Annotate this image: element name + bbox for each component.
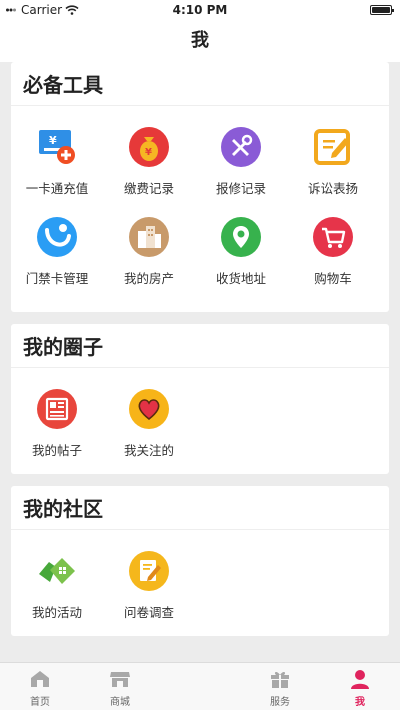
tab-home[interactable]: 首页 [0,663,80,710]
tab-services[interactable]: 服务 [240,663,320,710]
tool-item-label: 门禁卡管理 [25,271,89,286]
community-item-survey[interactable]: 问卷调查 [103,542,195,632]
store-tab-icon [110,672,130,687]
tool-item-complaints-praise[interactable]: 诉讼表扬 [287,118,379,208]
tools-card-title: 必备工具 [11,62,389,106]
heart-icon [129,389,169,429]
tool-item-label: 报修记录 [215,181,266,196]
home-tab-icon [31,671,49,687]
home-activity-icon [39,558,75,584]
card-recharge-icon: ¥ [39,130,75,164]
tool-item-label: 一卡通充值 [25,181,89,196]
edit-note-icon [314,129,350,165]
community-card-title: 我的社区 [11,486,389,530]
svg-text:¥: ¥ [49,134,57,147]
status-time: 4:10 PM [172,3,228,17]
tool-item-label: 收货地址 [215,271,266,286]
tool-item-repair-records[interactable]: 报修记录 [195,118,287,208]
page-title: 我 [0,20,400,62]
tool-item-my-property[interactable]: 我的房产 [103,208,195,298]
tool-item-label: 诉讼表扬 [307,181,358,196]
tab-me[interactable]: 我 [320,663,400,710]
tools-card: 必备工具 ¥ 一卡通充值 ¥ 缴费记录 报修记录 诉讼表扬 门禁卡管理 我的房产… [11,62,389,312]
community-card: 我的社区 我的活动 问卷调查 [11,486,389,636]
tool-item-payment-records[interactable]: ¥ 缴费记录 [103,118,195,208]
battery-icon [370,5,394,15]
circle-card: 我的圈子 我的帖子 我关注的 [11,324,389,474]
gift-tab-icon [271,671,289,688]
svg-text:¥: ¥ [145,147,152,158]
community-item-my-activities[interactable]: 我的活动 [11,542,103,632]
shopping-cart-icon [313,217,353,257]
tool-item-access-card[interactable]: 门禁卡管理 [11,208,103,298]
buildings-icon [129,217,169,257]
tab-label: 我 [355,697,365,708]
survey-icon [129,551,169,591]
tab-label: 服务 [270,697,290,708]
community-grid: 我的活动 问卷调查 [11,530,389,632]
newspaper-icon [37,389,77,429]
tool-item-label: 缴费记录 [123,181,174,196]
tool-item-shipping-address[interactable]: 收货地址 [195,208,287,298]
tools-grid: ¥ 一卡通充值 ¥ 缴费记录 报修记录 诉讼表扬 门禁卡管理 我的房产 收货地址… [11,106,389,298]
circle-grid: 我的帖子 我关注的 [11,368,389,470]
tools-icon [221,127,261,167]
tool-item-label: 购物车 [314,271,352,286]
circle-item-label: 我的帖子 [31,443,82,458]
tool-item-card-recharge[interactable]: ¥ 一卡通充值 [11,118,103,208]
tool-item-label: 我的房产 [123,271,174,286]
tool-item-shopping-cart[interactable]: 购物车 [287,208,379,298]
tab-bar: 首页 商城 服务 我 [0,662,400,710]
circle-item-following[interactable]: 我关注的 [103,380,195,470]
tab-store[interactable]: 商城 [80,663,160,710]
tab-label: 首页 [30,697,50,708]
circle-item-label: 我关注的 [123,443,174,458]
access-card-icon [37,217,77,257]
status-bar: Carrier 4:10 PM [0,0,400,20]
circle-item-my-posts[interactable]: 我的帖子 [11,380,103,470]
tab-label: 商城 [110,697,130,708]
circle-card-title: 我的圈子 [11,324,389,368]
location-pin-icon [221,217,261,257]
money-bag-icon: ¥ [129,127,169,167]
person-tab-icon [351,670,369,689]
community-item-label: 问卷调查 [123,605,174,620]
community-item-label: 我的活动 [31,605,82,620]
